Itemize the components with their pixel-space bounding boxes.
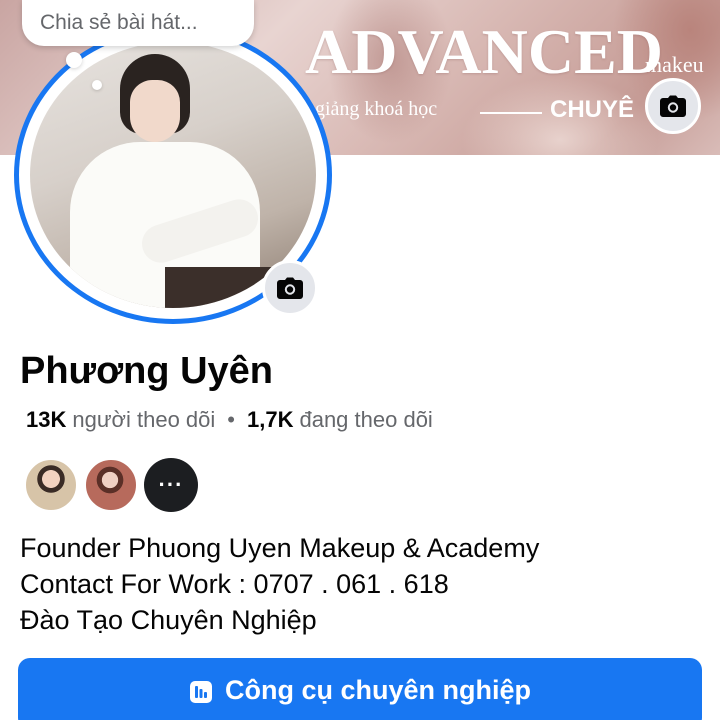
professional-tools-label: Công cụ chuyên nghiệp: [224, 675, 531, 705]
followers-count[interactable]: 13K: [26, 407, 66, 433]
bio-line: Founder Phuong Uyen Makeup & Academy: [20, 533, 540, 563]
following-label[interactable]: đang theo dõi: [299, 407, 432, 433]
cover-subtitle-right: CHUYÊ: [550, 96, 635, 123]
edit-cover-camera-button[interactable]: [645, 78, 701, 134]
followers-label[interactable]: người theo dõi: [72, 407, 215, 433]
bio-line: Contact For Work : 0707 . 061 . 618: [20, 569, 449, 599]
stats-separator: •: [227, 407, 235, 432]
professional-tools-button[interactable]: Công cụ chuyên nghiệp: [18, 658, 702, 720]
following-count[interactable]: 1,7K: [247, 407, 293, 433]
cover-title-suffix: makeu: [645, 52, 704, 77]
friend-avatar[interactable]: [24, 458, 78, 512]
profile-bio: Founder Phuong Uyen Makeup & Academy Con…: [20, 530, 539, 638]
edit-profile-picture-button[interactable]: [262, 260, 318, 316]
profile-name: Phương Uyên: [20, 350, 273, 392]
cover-divider: [480, 112, 542, 114]
camera-icon: [277, 277, 303, 299]
share-song-bubble[interactable]: Chia sẻ bài hát...: [22, 0, 254, 46]
bubble-tail-dot: [92, 80, 102, 90]
friend-avatar[interactable]: [84, 458, 138, 512]
cover-title: ADVANCED: [305, 16, 663, 87]
bio-line: Đào Tạo Chuyên Nghiệp: [20, 605, 317, 635]
more-icon: ···: [158, 472, 184, 497]
follow-stats: 13K người theo dõi • 1,7K đang theo dõi: [26, 407, 433, 433]
dashboard-icon: [189, 680, 213, 704]
more-friends-button[interactable]: ···: [144, 458, 198, 512]
cover-subtitle: giảng khoá học: [315, 98, 438, 120]
camera-icon: [660, 95, 686, 117]
bubble-tail-dot: [66, 52, 82, 68]
